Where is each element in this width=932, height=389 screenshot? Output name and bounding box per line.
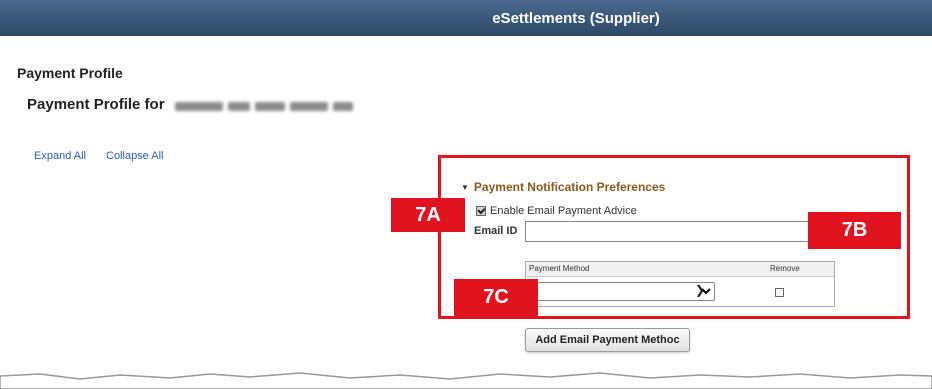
payment-method-select[interactable] [535, 282, 715, 301]
collapse-all-link[interactable]: Collapse All [106, 150, 163, 162]
triangle-down-icon: ▼ [461, 182, 469, 192]
app-banner: eSettlements (Supplier) [0, 0, 932, 36]
redacted-supplier-name [175, 99, 360, 113]
torn-edge-decoration [0, 372, 932, 389]
callout-7c: 7C [454, 279, 538, 316]
add-email-payment-method-button[interactable]: Add Email Payment Methoc [525, 328, 690, 352]
banner-title: eSettlements (Supplier) [492, 9, 660, 27]
callout-7b: 7B [808, 212, 901, 249]
expand-all-link[interactable]: Expand All [34, 150, 86, 162]
grid-header: Payment Method Remove [526, 262, 834, 277]
col-remove: Remove [770, 264, 800, 273]
email-id-label: Email ID [474, 225, 518, 237]
enable-email-advice-checkbox[interactable] [476, 206, 486, 216]
section-header-payment-notification[interactable]: ▼ Payment Notification Preferences [461, 180, 665, 194]
enable-email-advice-label: Enable Email Payment Advice [490, 205, 637, 217]
section-title: Payment Notification Preferences [473, 180, 666, 194]
col-payment-method: Payment Method [529, 264, 590, 273]
payment-profile-for-label: Payment Profile for [27, 96, 165, 113]
page-title: Payment Profile [17, 65, 123, 81]
remove-checkbox[interactable] [775, 288, 784, 297]
callout-7a: 7A [391, 198, 465, 232]
